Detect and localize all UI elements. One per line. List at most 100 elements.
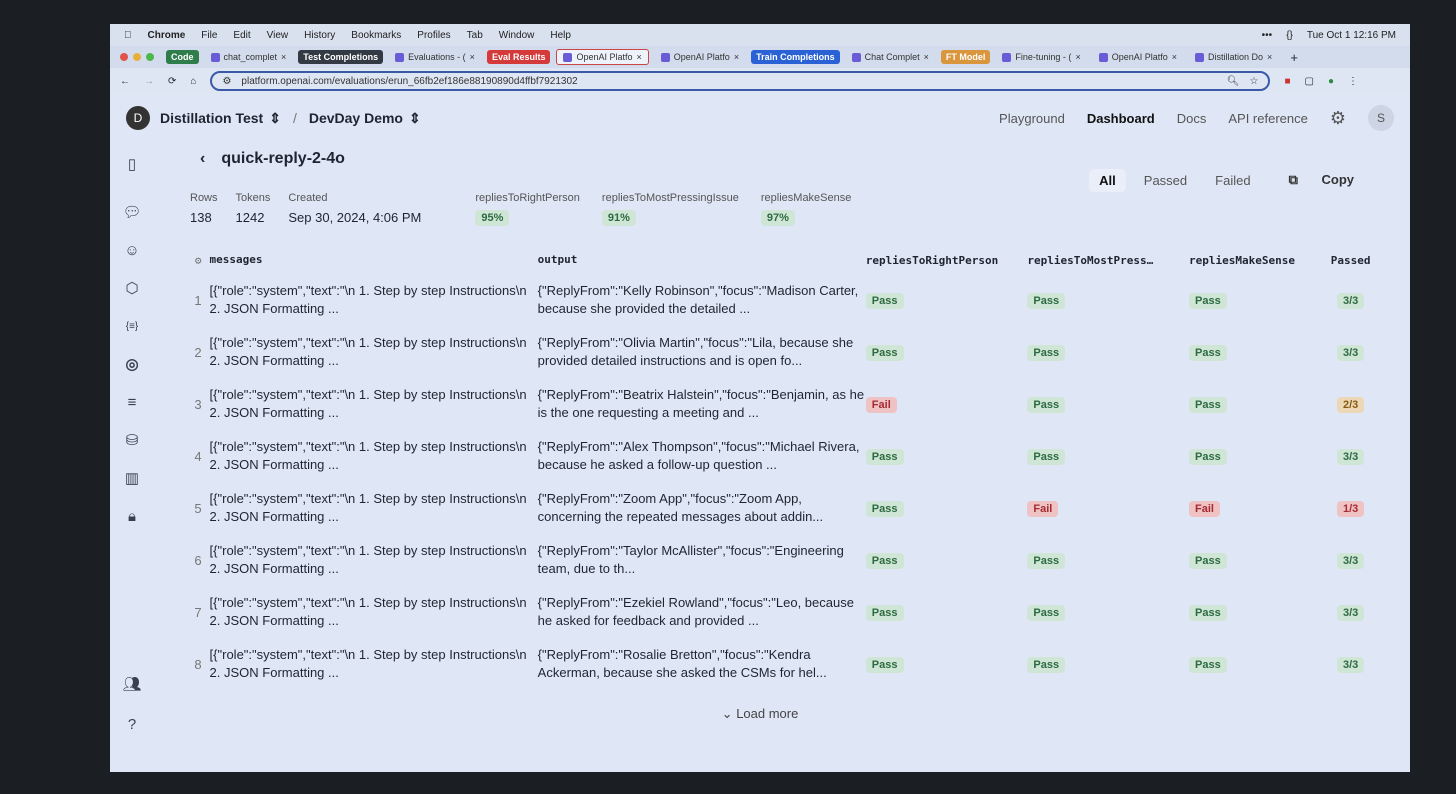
tab-close-icon[interactable]: × — [1075, 52, 1080, 62]
profile-icon[interactable]: ● — [1328, 76, 1334, 87]
menu-edit[interactable]: Edit — [233, 30, 250, 41]
extension-icon[interactable]: ■ — [1284, 76, 1290, 87]
users-icon[interactable]: 👥︎ — [120, 672, 144, 696]
project-switcher[interactable]: DevDay Demo ⇕ — [309, 110, 421, 127]
status-item[interactable]: Tue Oct 1 12:16 PM — [1307, 30, 1396, 41]
settings-gear-icon[interactable]: ⚙ — [1330, 108, 1346, 129]
browser-tab[interactable]: Fine-tuning - (× — [996, 50, 1086, 64]
forward-icon[interactable]: → — [144, 76, 154, 87]
shapes-icon[interactable]: ⬡ — [120, 276, 144, 300]
browser-tab[interactable]: OpenAI Platfo × — [655, 50, 745, 64]
result-badge: Pass — [1189, 448, 1227, 465]
tab-close-icon[interactable]: × — [924, 52, 929, 62]
browser-tab[interactable]: Chat Complet × — [846, 50, 935, 64]
browser-tab[interactable]: chat_complet × — [205, 50, 293, 64]
tab-group-label[interactable]: Test Completions — [298, 50, 384, 64]
result-badge: Pass — [1027, 448, 1066, 465]
chat-icon[interactable]: 💬︎ — [120, 200, 144, 224]
menu-bookmarks[interactable]: Bookmarks — [351, 30, 401, 41]
nav-api-reference[interactable]: API reference — [1228, 111, 1308, 126]
filter-passed[interactable]: Passed — [1134, 169, 1197, 192]
menu-view[interactable]: View — [267, 30, 289, 41]
status-item[interactable]: {} — [1286, 30, 1293, 41]
browser-tab[interactable]: Distillation Do × — [1189, 50, 1278, 64]
menu-tab[interactable]: Tab — [467, 30, 483, 41]
column-header[interactable]: repliesToRightPerson — [866, 254, 1028, 267]
nav-playground[interactable]: Playground — [999, 111, 1065, 126]
browser-menu-icon[interactable]: ⋮ — [1348, 76, 1358, 87]
database-icon[interactable]: ⛁ — [120, 428, 144, 452]
passed-badge: 3/3 — [1336, 448, 1365, 465]
table-row[interactable]: 7 [{"role":"system","text":"\n 1. Step by… — [180, 586, 1380, 638]
apple-icon[interactable]:  — [124, 30, 132, 41]
menu-chrome[interactable]: Chrome — [148, 30, 186, 41]
column-header[interactable]: repliesToMostPress… — [1027, 254, 1189, 267]
tab-close-icon[interactable]: × — [1267, 52, 1272, 62]
table-row[interactable]: 5 [{"role":"system","text":"\n 1. Step by… — [180, 482, 1380, 534]
back-icon[interactable]: ← — [120, 76, 130, 87]
messages-cell: [{"role":"system","text":"\n 1. Step by … — [209, 335, 527, 368]
browser-tab[interactable]: OpenAI Platfo × — [556, 49, 649, 65]
url-input[interactable]: ⚙ platform.openai.com/evaluations/erun_6… — [210, 71, 1271, 91]
assistant-icon[interactable]: ☺ — [120, 238, 144, 262]
tab-close-icon[interactable]: × — [470, 52, 475, 62]
load-more-button[interactable]: ⌄ Load more — [110, 706, 1410, 722]
tab-group-label[interactable]: FT Model — [940, 50, 991, 64]
table-row[interactable]: 2 [{"role":"system","text":"\n 1. Step by… — [180, 326, 1380, 378]
panel-icon[interactable]: ▯ — [120, 152, 144, 176]
tab-close-icon[interactable]: × — [734, 52, 739, 62]
browser-tab[interactable]: OpenAI Platfo × — [1093, 50, 1183, 64]
table-row[interactable]: 8 [{"role":"system","text":"\n 1. Step by… — [180, 638, 1380, 690]
sliders-icon[interactable]: ≡ — [120, 390, 144, 414]
menu-help[interactable]: Help — [550, 30, 571, 41]
column-header[interactable]: messages — [210, 251, 538, 269]
browser-tab[interactable]: Evaluations - (× — [389, 50, 481, 64]
column-header[interactable]: repliesMakeSense — [1189, 254, 1321, 267]
table-row[interactable]: 3 [{"role":"system","text":"\n 1. Step by… — [180, 378, 1380, 430]
reload-icon[interactable]: ⟳ — [168, 76, 176, 87]
tab-close-icon[interactable]: × — [281, 52, 286, 62]
zoom-icon[interactable]: 🔍︎ — [1227, 76, 1240, 87]
nav-dashboard[interactable]: Dashboard — [1087, 111, 1155, 126]
window-controls[interactable] — [120, 53, 154, 61]
user-avatar[interactable]: S — [1368, 105, 1394, 131]
tab-group-label[interactable]: Code — [166, 50, 199, 64]
new-tab-button[interactable]: + — [1290, 50, 1298, 65]
extensions-puzzle-icon[interactable]: ▢ — [1304, 76, 1313, 87]
back-button[interactable]: ‹ — [200, 150, 205, 168]
lock-icon[interactable]: 🔒︎ — [120, 504, 144, 528]
result-badge: Pass — [865, 448, 904, 465]
compass-icon[interactable]: ◎ — [120, 352, 144, 376]
org-switcher[interactable]: Distillation Test ⇕ — [160, 110, 281, 127]
site-info-icon[interactable]: ⚙ — [222, 76, 231, 87]
chart-icon[interactable]: ▥ — [120, 466, 144, 490]
status-item[interactable]: ••• — [1262, 30, 1273, 41]
result-badge: Pass — [1027, 552, 1066, 569]
tab-group-label[interactable]: Eval Results — [486, 50, 551, 64]
copy-button[interactable]: ⧉ Copy — [1269, 168, 1374, 192]
nav-docs[interactable]: Docs — [1177, 111, 1207, 126]
tab-close-icon[interactable]: × — [1172, 52, 1177, 62]
copy-label: Copy — [1321, 172, 1355, 187]
menu-window[interactable]: Window — [499, 30, 535, 41]
menu-history[interactable]: History — [304, 30, 335, 41]
table-row[interactable]: 4 [{"role":"system","text":"\n 1. Step by… — [180, 430, 1380, 482]
bookmark-star-icon[interactable]: ☆ — [1249, 76, 1258, 87]
column-settings-icon[interactable]: ⚙ — [180, 254, 210, 267]
filter-all[interactable]: All — [1089, 168, 1126, 192]
braces-icon[interactable]: {≡} — [120, 314, 144, 338]
menu-profiles[interactable]: Profiles — [417, 30, 450, 41]
tab-group-label[interactable]: Train Completions — [751, 50, 840, 64]
tab-close-icon[interactable]: × — [637, 52, 642, 62]
tab-title: OpenAI Platfo — [673, 52, 730, 62]
home-icon[interactable]: ⌂ — [190, 76, 196, 87]
tab-favicon-icon — [660, 52, 670, 62]
stat-created: Created Sep 30, 2024, 4:06 PM — [288, 192, 421, 226]
column-header[interactable]: Passed — [1321, 254, 1380, 267]
table-row[interactable]: 1 [{"role":"system","text":"\n 1. Step by… — [180, 274, 1380, 326]
menu-file[interactable]: File — [201, 30, 217, 41]
filter-failed[interactable]: Failed — [1205, 169, 1260, 192]
org-avatar[interactable]: D — [126, 106, 150, 130]
table-row[interactable]: 6 [{"role":"system","text":"\n 1. Step by… — [180, 534, 1380, 586]
column-header[interactable]: output — [538, 251, 866, 269]
